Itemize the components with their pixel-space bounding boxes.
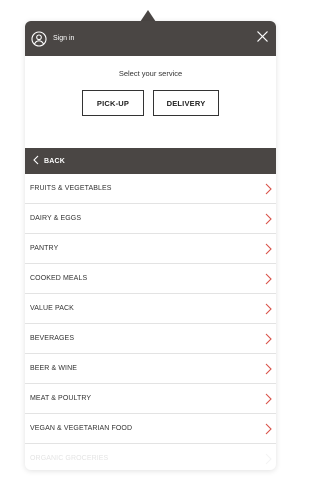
back-label: BACK [44, 157, 66, 165]
category-item-beverages[interactable]: BEVERAGES [25, 324, 276, 354]
category-label: BEER & WINE [30, 365, 77, 372]
chevron-right-icon [264, 303, 272, 315]
category-item-cooked-meals[interactable]: COOKED MEALS [25, 264, 276, 294]
menu-panel: Sign in Select your service PICK-UP DELI… [25, 21, 276, 470]
category-label: PANTRY [30, 245, 59, 252]
category-label: FRUITS & VEGETABLES [30, 185, 112, 192]
chevron-right-icon [264, 333, 272, 345]
category-item-fruits-vegetables[interactable]: FRUITS & VEGETABLES [25, 174, 276, 204]
category-item-value-pack[interactable]: VALUE PACK [25, 294, 276, 324]
category-item-pantry[interactable]: PANTRY [25, 234, 276, 264]
user-circle-icon [31, 30, 47, 47]
category-item-organic-groceries[interactable]: ORGANIC GROCERIES [25, 444, 276, 470]
sign-in-button[interactable]: Sign in [31, 30, 75, 47]
chevron-right-icon [264, 423, 272, 435]
category-item-meat-poultry[interactable]: MEAT & POULTRY [25, 384, 276, 414]
chevron-left-icon [32, 152, 40, 170]
chevron-right-icon [264, 183, 272, 195]
category-label: ORGANIC GROCERIES [30, 455, 109, 462]
category-label: BEVERAGES [30, 335, 75, 342]
chevron-right-icon [264, 213, 272, 225]
close-button[interactable] [254, 30, 270, 48]
category-item-beer-wine[interactable]: BEER & WINE [25, 354, 276, 384]
category-label: VALUE PACK [30, 305, 74, 312]
sign-in-label: Sign in [53, 35, 75, 42]
category-label: DAIRY & EGGS [30, 215, 82, 222]
chevron-right-icon [264, 273, 272, 285]
category-list: FRUITS & VEGETABLES DAIRY & EGGS PANTRY … [25, 174, 276, 470]
page: Sign in Select your service PICK-UP DELI… [0, 0, 300, 500]
panel-header: Sign in [25, 21, 276, 56]
chevron-right-icon [264, 243, 272, 255]
chevron-right-icon [264, 393, 272, 405]
back-button[interactable]: BACK [25, 148, 276, 174]
chevron-right-icon [264, 363, 272, 375]
pickup-button[interactable]: PICK-UP [82, 90, 144, 116]
service-buttons: PICK-UP DELIVERY [25, 90, 276, 116]
service-selector: Select your service PICK-UP DELIVERY [25, 56, 276, 148]
category-label: VEGAN & VEGETARIAN FOOD [30, 425, 133, 432]
service-title: Select your service [118, 69, 183, 78]
category-label: MEAT & POULTRY [30, 395, 92, 402]
close-icon [256, 30, 269, 48]
delivery-button[interactable]: DELIVERY [153, 90, 219, 116]
chevron-right-icon [264, 453, 272, 465]
category-item-vegan-vegetarian[interactable]: VEGAN & VEGETARIAN FOOD [25, 414, 276, 444]
category-label: COOKED MEALS [30, 275, 88, 282]
category-item-dairy-eggs[interactable]: DAIRY & EGGS [25, 204, 276, 234]
